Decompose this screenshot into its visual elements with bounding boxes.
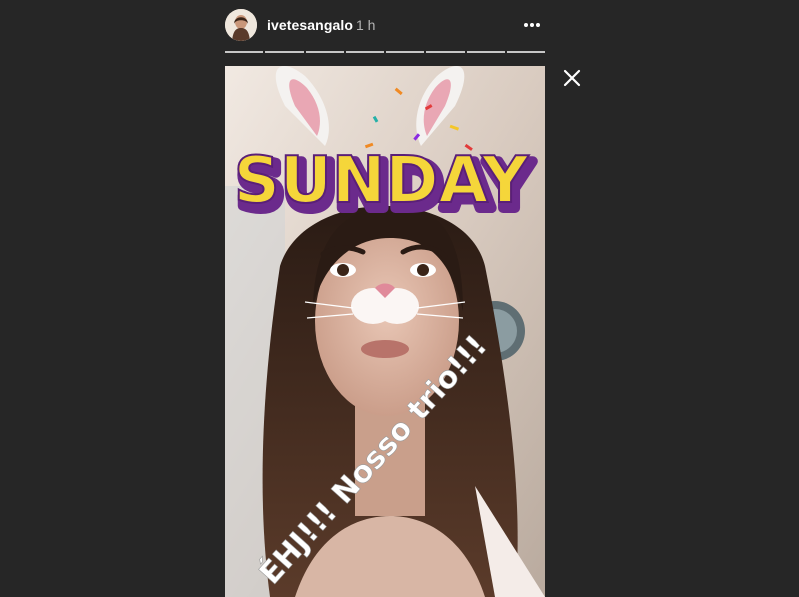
story-progress-bar bbox=[225, 51, 545, 53]
story-timestamp: 1 h bbox=[356, 17, 376, 33]
progress-segment bbox=[305, 51, 344, 53]
progress-segment bbox=[506, 51, 545, 53]
progress-segment bbox=[466, 51, 505, 53]
avatar-image bbox=[225, 9, 257, 41]
username-link[interactable]: ivetesangalo bbox=[267, 17, 353, 33]
story-media[interactable]: SUNDAY SUNDAY ÉHJ!!! Nosso trio!!! bbox=[225, 66, 545, 597]
progress-segment bbox=[386, 51, 425, 53]
progress-segment bbox=[225, 51, 264, 53]
progress-segment bbox=[265, 51, 304, 53]
sunday-sticker: SUNDAY bbox=[234, 144, 529, 218]
progress-segment bbox=[345, 51, 384, 53]
story-header: ivetesangalo 1 h bbox=[225, 8, 545, 42]
close-icon bbox=[563, 69, 581, 87]
progress-segment bbox=[426, 51, 465, 53]
story-viewer: ivetesangalo 1 h SUNDAY SUNDAY ÉHJ!!! No… bbox=[0, 0, 799, 597]
more-horizontal-icon bbox=[524, 23, 540, 27]
story-photo: SUNDAY SUNDAY ÉHJ!!! Nosso trio!!! bbox=[225, 66, 545, 597]
close-button[interactable] bbox=[560, 66, 584, 90]
avatar[interactable] bbox=[225, 9, 257, 41]
more-options-button[interactable] bbox=[519, 12, 545, 38]
